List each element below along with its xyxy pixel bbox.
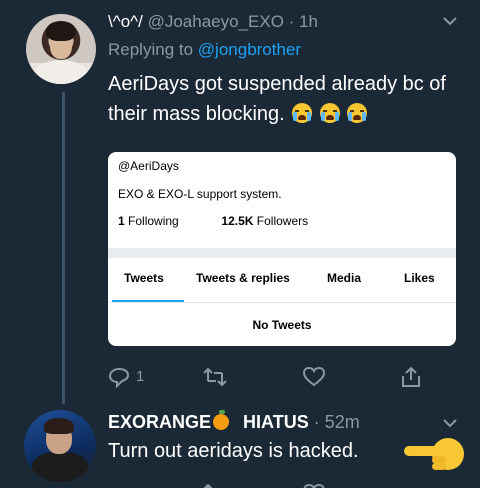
tweet-actions: 1 [108,364,428,390]
display-name[interactable]: \^o^/ [108,12,143,31]
replying-to: Replying to @jongbrother [108,40,301,60]
avatar-hair [46,21,76,41]
username[interactable]: @Joahaeyo_EXO [148,12,284,31]
following-label: Following [128,214,179,228]
card-divider-band [108,248,456,258]
card-stats: 1 Following 12.5K Followers [118,214,308,228]
empty-state: No Tweets [252,318,312,332]
card-handle: @AeriDays [118,159,179,173]
thread-line [62,92,65,404]
followers-label: Followers [256,214,309,228]
mention-link[interactable]: @jongbrother [198,40,301,59]
tweet-header: \^o^/ @Joahaeyo_EXO · 1h [108,12,318,32]
tweet-header: EXORANGE HIATUS · 52m [108,410,360,433]
crying-face-icon [347,103,368,123]
tweet-text: Turn out aeridays is hacked. [108,440,359,462]
timestamp[interactable]: · 1h [289,12,318,31]
display-name[interactable]: EXORANGE [108,412,211,432]
tab-tweets: Tweets [124,271,164,285]
tab-media: Media [327,271,362,285]
tab-tweets-replies: Tweets & replies [196,271,290,285]
timestamp[interactable]: · 52m [314,412,360,432]
display-name-suffix[interactable]: HIATUS [243,412,309,432]
avatar-coat [32,452,88,482]
card-divider [108,302,456,303]
avatar-hair [44,418,74,434]
heart-icon[interactable] [302,366,326,393]
tweet-text: AeriDays got suspended already bc of the… [108,69,468,129]
profile-screenshot-card[interactable]: @AeriDays EXO & EXO-L support system. 1 … [108,152,456,346]
crying-face-icon [292,103,313,123]
tweet-text-content: AeriDays got suspended already bc of the… [108,73,446,125]
card-bio: EXO & EXO-L support system. [118,187,282,201]
replying-label: Replying to [108,40,194,59]
avatar-shoulders [34,60,88,84]
following-count: 1 [118,214,125,228]
share-icon[interactable] [400,366,422,393]
retweet-icon[interactable] [202,366,228,393]
avatar[interactable] [26,14,96,84]
chevron-down-icon[interactable] [442,14,458,32]
card-tabs: Tweets Tweets & replies Media Likes [108,271,456,297]
pointing-right-icon [402,432,464,472]
avatar[interactable] [24,410,96,482]
orange-icon [213,410,230,430]
reply-icon[interactable] [108,366,130,393]
followers-count: 12.5K [221,214,254,228]
crying-face-icon [319,103,340,123]
reply-count: 1 [136,368,145,385]
tab-likes: Likes [404,271,435,285]
